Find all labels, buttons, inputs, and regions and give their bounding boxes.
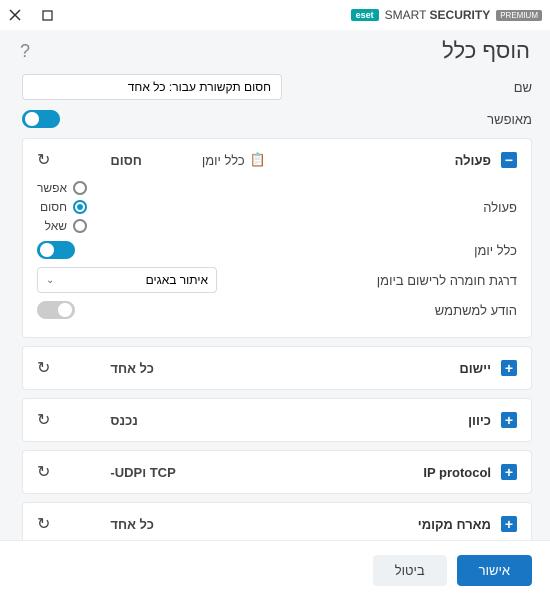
dialog-footer: אישור ביטול [0,540,550,600]
log-rule-row: כלל יומן [37,241,517,259]
panel-local-title: מארח מקומי [418,517,491,532]
name-row: שם [22,74,532,100]
brand-premium-tag: PREMIUM [496,10,542,21]
notify-row: הודע למשתמש [37,301,517,319]
expand-icon[interactable]: + [501,516,517,532]
panel-proto-summary: -UDPו TCP [110,465,175,480]
reset-icon[interactable]: ↻ [37,462,50,482]
enabled-row: מאופשר [22,110,532,128]
reset-icon[interactable]: ↻ [37,514,50,534]
panel-dir-summary: נכנס [110,413,137,428]
name-input[interactable] [22,74,282,100]
panel-action: − פעולה ↻ חסום 📋 כלל יומן פעולה [22,138,532,338]
radio-ask[interactable]: שאל [37,219,87,233]
clipboard-icon: 📋 [250,152,266,168]
panel-action-summary: חסום [110,153,141,168]
severity-select[interactable]: איתור באגים ⌄ [37,267,217,293]
severity-row: דרגת חומרה לרישום ביומן איתור באגים ⌄ [37,267,517,293]
close-icon[interactable] [8,8,22,22]
maximize-icon[interactable] [40,8,54,22]
panel-action-title: פעולה [455,153,491,168]
brand-name: SMART SECURITY [385,8,491,22]
panel-dir: + כיוון ↻ נכנס [22,398,532,442]
brand: eset SMART SECURITY PREMIUM [351,8,542,22]
chevron-down-icon: ⌄ [46,275,54,286]
page-header: הוסף כלל ? [0,30,550,74]
panel-dir-title: כיוון [468,413,491,428]
log-rule-chip: 📋 כלל יומן [202,152,266,168]
ok-button[interactable]: אישור [457,555,532,586]
window-controls [8,8,54,22]
cancel-button[interactable]: ביטול [373,555,447,586]
reset-icon[interactable]: ↻ [37,150,50,170]
content-scroll[interactable]: שם מאופשר − פעולה ↻ חסום 📋 כלל יומן [0,74,550,540]
panel-app-summary: כל אחד [110,361,154,376]
expand-icon[interactable]: + [501,412,517,428]
radio-block[interactable]: חסום [37,200,87,214]
expand-icon[interactable]: + [501,360,517,376]
panel-local-summary: כל אחד [110,517,154,532]
page-title: הוסף כלל [442,38,530,64]
notify-toggle[interactable] [37,301,75,319]
collapse-icon[interactable]: − [501,152,517,168]
action-radio-group: אפשר חסום שאל [37,181,87,233]
enabled-label: מאופשר [412,112,532,127]
panel-app: + יישום ↻ כל אחד [22,346,532,390]
panel-local: + מארח מקומי ↻ כל אחד [22,502,532,540]
reset-icon[interactable]: ↻ [37,358,50,378]
name-label: שם [412,80,532,95]
reset-icon[interactable]: ↻ [37,410,50,430]
action-radio-row: פעולה אפשר חסום שאל [37,181,517,233]
panel-proto-title: IP protocol [423,465,491,480]
panel-proto: + IP protocol ↻ -UDPו TCP [22,450,532,494]
expand-icon[interactable]: + [501,464,517,480]
enabled-toggle[interactable] [22,110,60,128]
panel-app-title: יישום [459,361,491,376]
title-bar: eset SMART SECURITY PREMIUM [0,0,550,30]
help-icon[interactable]: ? [20,41,30,62]
log-rule-toggle[interactable] [37,241,75,259]
radio-allow[interactable]: אפשר [37,181,87,195]
brand-badge: eset [351,9,379,21]
